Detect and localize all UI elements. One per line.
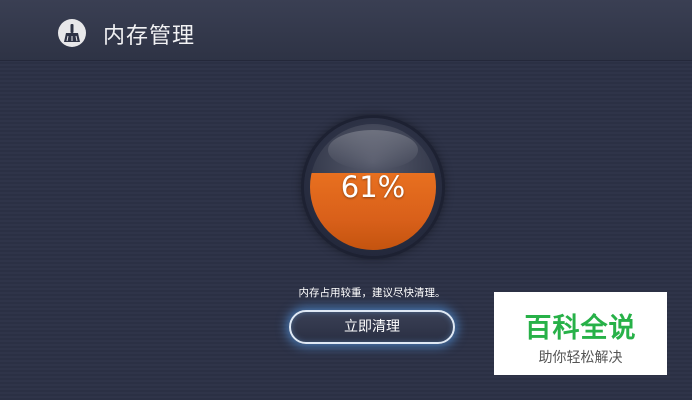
memory-gauge: 61%: [304, 118, 442, 256]
clean-now-button[interactable]: 立即清理: [289, 310, 455, 344]
watermark-logo: 百科全说 助你轻松解决: [494, 292, 667, 375]
page-title: 内存管理: [103, 24, 196, 49]
memory-usage-percent: 61%: [340, 170, 406, 204]
gauge-bowl: 61%: [310, 124, 436, 250]
watermark-brand: 百科全说: [524, 313, 637, 344]
title-bar: 内存管理: [0, 0, 692, 61]
watermark-slogan: 助你轻松解决: [538, 350, 623, 366]
broom-icon: [58, 19, 86, 47]
